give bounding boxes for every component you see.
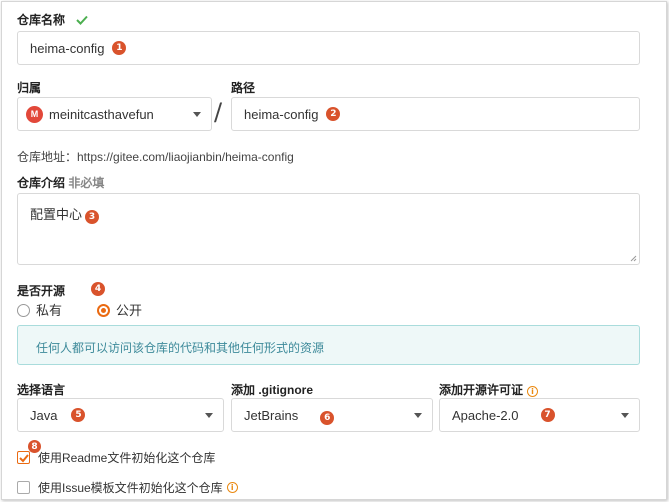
description-textarea[interactable]: 配置中心 3 bbox=[17, 193, 640, 265]
language-select[interactable]: Java 5 bbox=[17, 398, 224, 432]
radio-private-label: 私有 bbox=[36, 303, 63, 318]
language-label: 选择语言 bbox=[17, 383, 66, 397]
repo-name-value: heima-config bbox=[30, 40, 105, 56]
avatar: M bbox=[26, 105, 43, 123]
step-badge-7: 7 bbox=[540, 408, 555, 422]
license-label: 添加开源许可证 i bbox=[439, 381, 539, 398]
path-value: heima-config bbox=[244, 106, 319, 122]
gitignore-value: JetBrains bbox=[244, 407, 299, 423]
resize-handle-icon[interactable] bbox=[630, 255, 637, 262]
init-readme-option[interactable]: 使用Readme文件初始化这个仓库 bbox=[17, 449, 215, 466]
optional-hint: 非必填 bbox=[68, 176, 105, 190]
repo-name-label-text: 仓库名称 bbox=[17, 13, 66, 27]
init-readme-label: 使用Readme文件初始化这个仓库 bbox=[38, 451, 216, 465]
step-badge-4: 4 bbox=[91, 282, 105, 296]
radio-public-circle[interactable] bbox=[97, 304, 110, 317]
init-readme-checkbox[interactable] bbox=[17, 451, 30, 464]
chevron-down-icon bbox=[193, 112, 201, 117]
step-badge-1: 1 bbox=[112, 41, 127, 55]
repo-name-label: 仓库名称 bbox=[17, 11, 89, 28]
init-issue-option[interactable]: 使用Issue模板文件初始化这个仓库 i bbox=[17, 479, 238, 496]
path-input[interactable]: heima-config 2 bbox=[231, 97, 640, 131]
gitignore-select[interactable]: JetBrains 6 bbox=[231, 398, 433, 432]
radio-public-label: 公开 bbox=[116, 303, 143, 318]
visibility-label: 是否开源 bbox=[17, 284, 66, 298]
repo-address: 仓库地址：https://gitee.com/liaojianbin/heima… bbox=[17, 150, 294, 164]
license-select[interactable]: Apache-2.0 7 bbox=[439, 398, 640, 432]
check-icon bbox=[76, 14, 89, 28]
step-badge-6: 6 bbox=[320, 411, 335, 425]
info-icon[interactable]: i bbox=[226, 482, 238, 493]
repo-create-form: 仓库名称 heima-config 1 归属 路径 M meinitcastha… bbox=[1, 1, 667, 500]
visibility-notice-text: 任何人都可以访问该仓库的代码和其他任何形式的资源 bbox=[36, 341, 325, 355]
info-icon[interactable]: i bbox=[527, 386, 539, 397]
chevron-down-icon bbox=[621, 413, 629, 418]
license-value: Apache-2.0 bbox=[452, 407, 519, 423]
license-label-text: 添加开源许可证 bbox=[439, 383, 524, 397]
step-badge-3: 3 bbox=[85, 210, 100, 224]
step-badge-2: 2 bbox=[326, 107, 341, 121]
owner-select[interactable]: M meinitcasthavefun bbox=[17, 97, 212, 131]
visibility-notice: 任何人都可以访问该仓库的代码和其他任何形式的资源 bbox=[17, 325, 640, 365]
init-issue-checkbox[interactable] bbox=[17, 481, 30, 494]
repo-name-input[interactable]: heima-config 1 bbox=[17, 31, 640, 65]
radio-private[interactable]: 私有 bbox=[17, 300, 62, 319]
chevron-down-icon bbox=[205, 413, 213, 418]
owner-path-separator: / bbox=[214, 98, 223, 126]
chevron-down-icon bbox=[414, 413, 422, 418]
path-label: 路径 bbox=[231, 81, 256, 95]
description-label-text: 仓库介绍 bbox=[17, 176, 66, 190]
gitignore-label: 添加 .gitignore bbox=[231, 383, 313, 397]
owner-value: meinitcasthavefun bbox=[49, 106, 154, 122]
step-badge-5: 5 bbox=[71, 408, 86, 422]
owner-label: 归属 bbox=[17, 81, 42, 95]
description-label: 仓库介绍 非必填 bbox=[17, 174, 104, 191]
init-issue-label: 使用Issue模板文件初始化这个仓库 bbox=[38, 481, 223, 495]
language-value: Java bbox=[30, 407, 58, 423]
checkmark-icon bbox=[19, 454, 29, 463]
description-value: 配置中心 bbox=[30, 207, 83, 222]
radio-private-circle[interactable] bbox=[17, 304, 30, 317]
radio-public[interactable]: 公开 bbox=[97, 300, 142, 319]
